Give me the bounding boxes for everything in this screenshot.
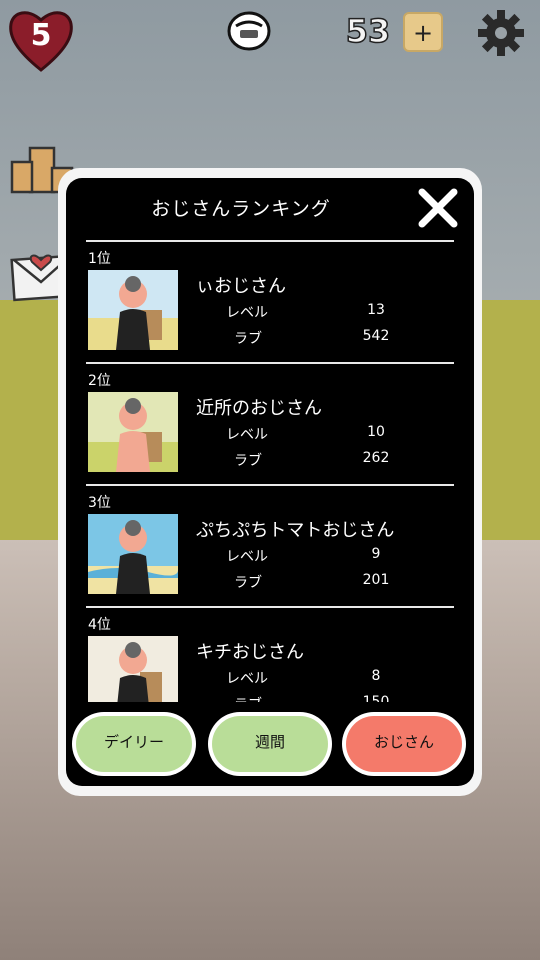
list-item[interactable]: 3位 ぷちぷちトマトおじさん レベル 9 ラブ 201: [86, 484, 454, 608]
ojisan-portrait-image: [88, 392, 178, 472]
ojisan-name: 近所のおじさん: [196, 398, 322, 419]
love-label: ラブ: [234, 694, 262, 702]
rank-label: 1位: [88, 251, 111, 267]
level-label: レベル: [226, 427, 268, 443]
ojisan-portrait-image: [88, 270, 178, 350]
ojisan-portrait-image: [88, 514, 178, 594]
ojisan-name: ぃおじさん: [196, 276, 286, 297]
ojisan-name: キチおじさん: [196, 642, 304, 663]
level-value: 9: [371, 546, 381, 562]
level-label: レベル: [226, 305, 268, 321]
coin-count: 53: [345, 11, 391, 51]
list-item[interactable]: 4位 キチおじさん レベル 8 ラブ 150: [86, 606, 454, 702]
rank-label: 4位: [88, 617, 111, 633]
list-item[interactable]: 1位 ぃおじさん レベル 13 ラブ 542: [86, 240, 454, 364]
dialog-title: おじさんランキング: [151, 198, 331, 220]
love-value: 201: [362, 572, 390, 588]
tab-weekly[interactable]: 週間: [212, 716, 328, 772]
rank-label: 2位: [88, 373, 111, 389]
level-label: レベル: [226, 549, 268, 565]
level-value: 10: [367, 424, 385, 440]
ojisan-portrait-image: [88, 636, 178, 702]
love-label: ラブ: [234, 575, 262, 591]
love-value: 262: [362, 450, 390, 466]
love-value: 542: [362, 328, 390, 344]
ojisan-face-icon[interactable]: [226, 10, 272, 52]
rank-label: 3位: [88, 495, 111, 511]
tab-daily[interactable]: デイリー: [76, 716, 192, 772]
gear-icon[interactable]: [476, 8, 526, 58]
level-label: レベル: [226, 671, 268, 687]
love-label: ラブ: [234, 453, 262, 469]
ojisan-name: ぷちぷちトマトおじさん: [196, 520, 395, 541]
level-value: 8: [371, 668, 381, 684]
ranking-dialog: おじさんランキング 1位 ぃおじさん レベル 13 ラブ 542 2位 近所のお…: [66, 178, 474, 786]
tab-ojisan[interactable]: おじさん: [346, 716, 462, 772]
ranking-list[interactable]: 1位 ぃおじさん レベル 13 ラブ 542 2位 近所のおじさん レベル 10…: [86, 240, 454, 702]
hearts-count: 5: [30, 18, 52, 53]
level-value: 13: [367, 302, 385, 318]
list-item[interactable]: 2位 近所のおじさん レベル 10 ラブ 262: [86, 362, 454, 486]
love-value: 150: [362, 694, 390, 702]
add-coins-button[interactable]: +: [403, 12, 443, 52]
love-label: ラブ: [234, 331, 262, 347]
close-icon[interactable]: [414, 184, 462, 232]
